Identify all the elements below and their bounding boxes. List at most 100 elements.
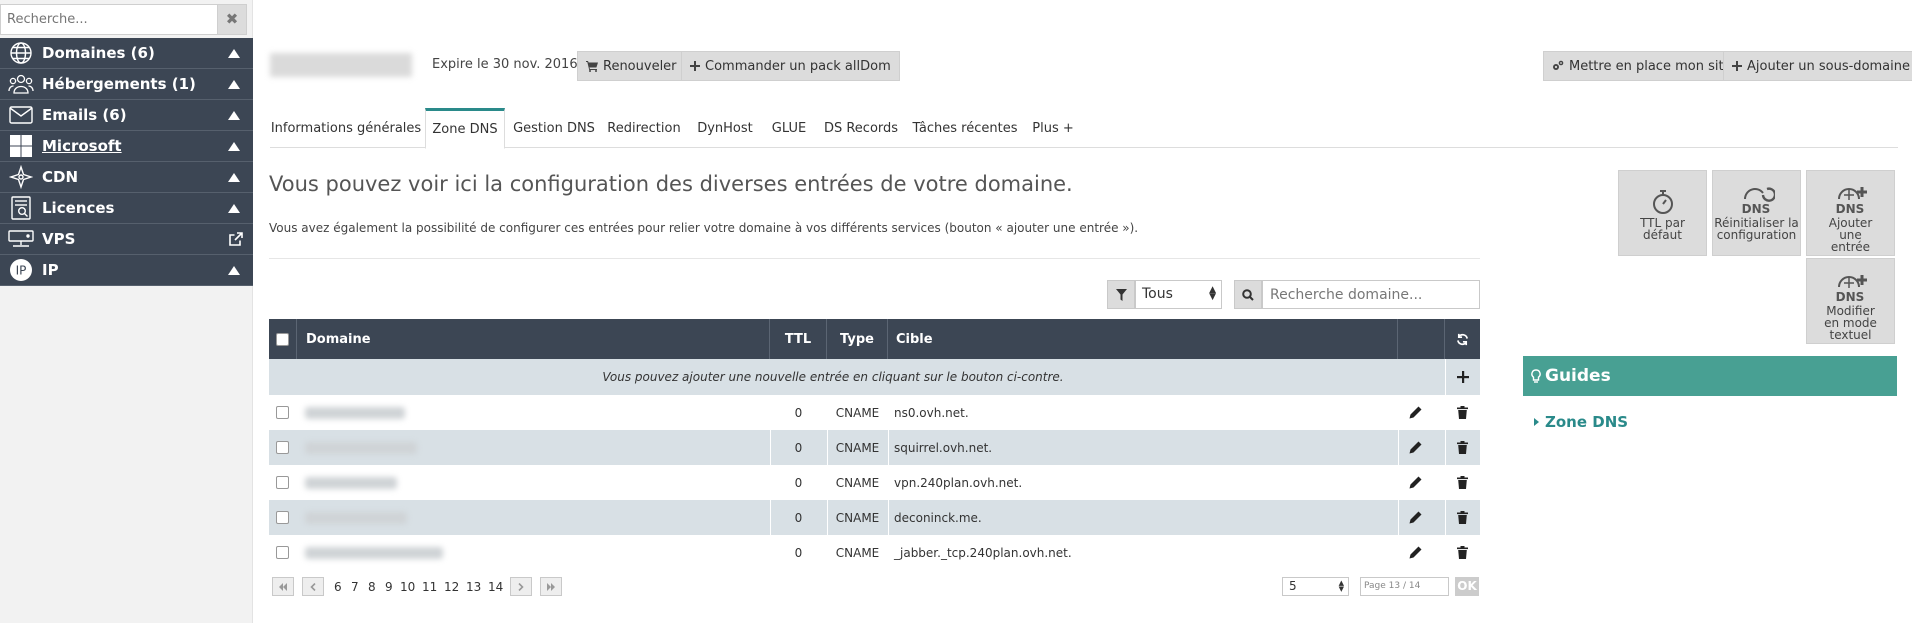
sidebar-search-input[interactable]: [0, 4, 218, 35]
first-page-icon[interactable]: [272, 577, 294, 596]
prev-page-icon[interactable]: [302, 577, 324, 596]
setup-site-button[interactable]: Mettre en place mon site: [1543, 51, 1741, 81]
expand-arrow-icon[interactable]: [228, 142, 240, 151]
sidebar-item-ip[interactable]: IP IP: [0, 255, 253, 286]
search-icon[interactable]: [1234, 280, 1262, 309]
select-arrows-icon: ▲ ▼: [1209, 285, 1216, 302]
page-link[interactable]: 9: [385, 580, 393, 594]
server-icon: [0, 224, 42, 255]
last-page-icon[interactable]: [540, 577, 562, 596]
next-page-icon[interactable]: [510, 577, 532, 596]
cart-icon: [586, 60, 598, 72]
default-ttl-label: TTL par défaut: [1640, 216, 1685, 242]
sidebar-item-microsoft[interactable]: Microsoft: [0, 131, 253, 162]
add-entry-plus-icon[interactable]: [1445, 359, 1480, 395]
tab-general-info[interactable]: Informations générales: [270, 108, 422, 148]
tab-ds-records[interactable]: DS Records: [822, 108, 900, 148]
tab-dynhost[interactable]: DynHost: [695, 108, 755, 148]
clear-search-icon[interactable]: ✖: [218, 4, 247, 35]
divider: [269, 258, 1480, 259]
ttl-value: 0: [794, 440, 803, 455]
edit-pencil-icon[interactable]: [1409, 465, 1422, 500]
table-row: 0 CNAME squirrel.ovh.net.: [269, 430, 1480, 465]
column-ttl[interactable]: TTL: [770, 319, 827, 359]
expand-arrow-icon[interactable]: [228, 266, 240, 275]
row-checkbox[interactable]: [276, 465, 289, 500]
delete-trash-icon[interactable]: [1457, 465, 1468, 500]
expand-arrow-icon[interactable]: [228, 173, 240, 182]
dns-reset-icon: DNS: [1713, 171, 1800, 217]
svg-text:DNS: DNS: [1835, 290, 1864, 303]
sidebar-item-label: Domaines (6): [42, 44, 155, 62]
delete-trash-icon[interactable]: [1457, 395, 1468, 430]
domain-search-input[interactable]: [1262, 280, 1480, 309]
select-all-cell: [269, 319, 297, 359]
renew-button[interactable]: Renouveler: [577, 51, 686, 81]
column-target[interactable]: Cible: [888, 319, 1398, 359]
go-to-page-button[interactable]: OK: [1455, 577, 1479, 596]
tab-dns-management[interactable]: Gestion DNS: [513, 108, 595, 148]
page-link[interactable]: 10: [400, 580, 415, 594]
tab-recent-tasks[interactable]: Tâches récentes: [913, 108, 1018, 148]
add-entry-button[interactable]: DNS Ajouter une entrée: [1806, 170, 1895, 256]
type-value: CNAME: [835, 510, 880, 525]
sidebar-item-licenses[interactable]: Licences: [0, 193, 253, 224]
tab-redirection[interactable]: Redirection: [606, 108, 682, 148]
tab-glue[interactable]: GLUE: [767, 108, 811, 148]
add-subdomain-button[interactable]: Ajouter un sous-domaine: [1723, 51, 1912, 81]
sidebar-item-hosting[interactable]: Hébergements (1): [0, 69, 253, 100]
default-ttl-button[interactable]: TTL par défaut: [1618, 170, 1707, 256]
row-checkbox[interactable]: [276, 395, 289, 430]
edit-pencil-icon[interactable]: [1409, 500, 1422, 535]
edit-pencil-icon[interactable]: [1409, 535, 1422, 570]
edit-pencil-icon[interactable]: [1409, 430, 1422, 465]
dns-edit-icon: DNS: [1807, 259, 1894, 305]
expand-arrow-icon[interactable]: [228, 49, 240, 58]
page-link[interactable]: 7: [351, 580, 359, 594]
delete-trash-icon[interactable]: [1457, 430, 1468, 465]
expand-arrow-icon[interactable]: [228, 80, 240, 89]
sidebar-item-cdn[interactable]: CDN: [0, 162, 253, 193]
delete-trash-icon[interactable]: [1457, 535, 1468, 570]
edit-pencil-icon[interactable]: [1409, 395, 1422, 430]
guide-link-dns-zone[interactable]: Zone DNS: [1534, 413, 1628, 431]
page-link[interactable]: 14: [488, 580, 503, 594]
ttl-value: 0: [794, 475, 803, 490]
edit-text-mode-button[interactable]: DNS Modifier en mode textuel: [1806, 258, 1895, 344]
type-filter-select[interactable]: Tous ▲ ▼: [1135, 280, 1222, 309]
row-checkbox[interactable]: [276, 500, 289, 535]
row-checkbox[interactable]: [276, 535, 289, 570]
delete-trash-icon[interactable]: [1457, 500, 1468, 535]
expand-arrow-icon[interactable]: [228, 111, 240, 120]
external-link-icon[interactable]: [229, 231, 243, 250]
page-link[interactable]: 6: [334, 580, 342, 594]
target-value: deconinck.me.: [894, 510, 982, 525]
per-page-select[interactable]: 5 ▲ ▼: [1282, 577, 1349, 596]
page-link[interactable]: 8: [368, 580, 376, 594]
target-value: squirrel.ovh.net.: [894, 440, 993, 455]
column-domain[interactable]: Domaine: [297, 319, 770, 359]
sidebar-item-label: Licences: [42, 199, 115, 217]
column-type[interactable]: Type: [827, 319, 888, 359]
page-link[interactable]: 11: [422, 580, 437, 594]
select-all-checkbox[interactable]: [276, 332, 289, 346]
expand-arrow-icon[interactable]: [228, 204, 240, 213]
tab-more[interactable]: Plus +: [1030, 108, 1076, 148]
tab-dns-zone[interactable]: Zone DNS: [425, 108, 505, 149]
people-icon: [0, 69, 42, 100]
stopwatch-icon: [1619, 171, 1706, 217]
page-link-current[interactable]: 13: [466, 580, 481, 594]
page-link[interactable]: 12: [444, 580, 459, 594]
order-pack-button[interactable]: Commander un pack allDom: [681, 51, 900, 81]
sidebar-item-vps[interactable]: VPS: [0, 224, 253, 255]
row-checkbox[interactable]: [276, 430, 289, 465]
filter-icon[interactable]: [1107, 280, 1135, 309]
refresh-icon[interactable]: [1445, 319, 1480, 359]
sidebar-item-label: Emails (6): [42, 106, 127, 124]
reset-config-button[interactable]: DNS Réinitialiser la configuration: [1712, 170, 1801, 256]
page-input[interactable]: Page 13 / 14: [1360, 577, 1449, 596]
domain-redacted: [305, 500, 407, 535]
sidebar-item-domains[interactable]: Domaines (6): [0, 38, 253, 69]
add-entry-row: Vous pouvez ajouter une nouvelle entrée …: [269, 359, 1480, 395]
sidebar-item-emails[interactable]: Emails (6): [0, 100, 253, 131]
